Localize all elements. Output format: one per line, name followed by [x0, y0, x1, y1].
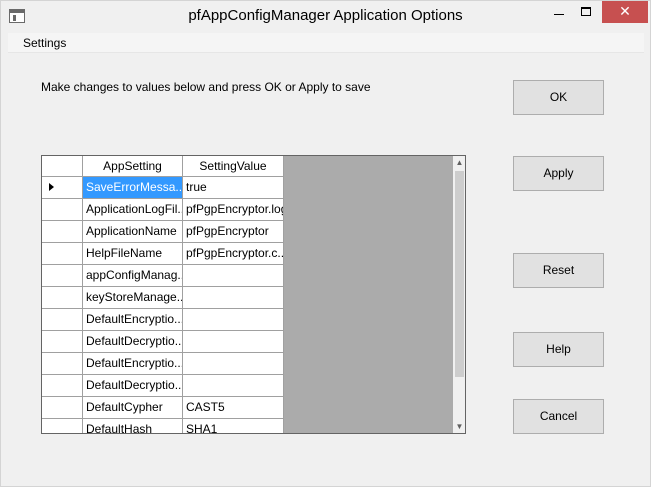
settingvalue-cell[interactable]: pfPgpEncryptor.c... — [183, 243, 284, 265]
appsetting-cell[interactable]: DefaultDecryptio... — [83, 331, 183, 353]
appsetting-cell[interactable]: ApplicationLogFil... — [83, 199, 183, 221]
minimize-button[interactable] — [546, 1, 573, 23]
scroll-down-arrow-icon[interactable]: ▼ — [453, 420, 465, 433]
settingvalue-cell[interactable] — [183, 309, 284, 331]
table-row[interactable]: DefaultEncryptio... — [42, 309, 284, 331]
settingvalue-cell[interactable]: SHA1 — [183, 419, 284, 433]
row-header[interactable] — [42, 221, 83, 243]
close-button[interactable]: ✕ — [602, 1, 648, 23]
apply-button[interactable]: Apply — [513, 156, 604, 191]
table-row[interactable]: HelpFileName pfPgpEncryptor.c... — [42, 243, 284, 265]
appsetting-cell[interactable]: DefaultEncryptio... — [83, 353, 183, 375]
menu-bar: Settings — [8, 33, 644, 53]
scroll-up-arrow-icon[interactable]: ▲ — [453, 156, 465, 169]
menu-settings[interactable]: Settings — [23, 36, 66, 50]
table-row[interactable]: DefaultEncryptio... — [42, 353, 284, 375]
table-row[interactable]: keyStoreManage... — [42, 287, 284, 309]
row-header[interactable] — [42, 375, 83, 397]
maximize-icon — [581, 7, 591, 16]
vertical-scrollbar[interactable]: ▲ ▼ — [453, 156, 465, 433]
maximize-button[interactable] — [573, 1, 600, 23]
appsetting-cell[interactable]: SaveErrorMessa... — [83, 177, 183, 199]
close-icon: ✕ — [619, 3, 631, 19]
row-header[interactable] — [42, 287, 83, 309]
column-header-appsetting[interactable]: AppSetting — [83, 156, 183, 177]
table-row[interactable]: appConfigManag... — [42, 265, 284, 287]
table-row[interactable]: DefaultDecryptio... — [42, 375, 284, 397]
table-row[interactable]: ApplicationLogFil... pfPgpEncryptor.log — [42, 199, 284, 221]
app-window: pfAppConfigManager Application Options ✕… — [0, 0, 651, 487]
settingvalue-cell[interactable]: true — [183, 177, 284, 199]
settingvalue-cell[interactable]: pfPgpEncryptor.log — [183, 199, 284, 221]
appsetting-cell[interactable]: DefaultDecryptio... — [83, 375, 183, 397]
settingvalue-cell[interactable] — [183, 375, 284, 397]
appsetting-cell[interactable]: keyStoreManage... — [83, 287, 183, 309]
settingvalue-cell[interactable] — [183, 265, 284, 287]
table-row[interactable]: ApplicationName pfPgpEncryptor — [42, 221, 284, 243]
settingvalue-cell[interactable] — [183, 287, 284, 309]
row-header[interactable] — [42, 397, 83, 419]
reset-button[interactable]: Reset — [513, 253, 604, 288]
appsetting-cell[interactable]: DefaultCypher — [83, 397, 183, 419]
row-header[interactable] — [42, 265, 83, 287]
appsetting-cell[interactable]: ApplicationName — [83, 221, 183, 243]
row-header[interactable] — [42, 353, 83, 375]
row-header[interactable] — [42, 309, 83, 331]
ok-button[interactable]: OK — [513, 80, 604, 115]
appsetting-cell[interactable]: HelpFileName — [83, 243, 183, 265]
help-button[interactable]: Help — [513, 332, 604, 367]
settingvalue-cell[interactable]: pfPgpEncryptor — [183, 221, 284, 243]
row-header[interactable] — [42, 243, 83, 265]
appsetting-cell[interactable]: DefaultHash — [83, 419, 183, 433]
title-bar[interactable]: pfAppConfigManager Application Options ✕ — [1, 1, 650, 33]
settingvalue-cell[interactable] — [183, 353, 284, 375]
row-header[interactable] — [42, 331, 83, 353]
column-header-settingvalue[interactable]: SettingValue — [183, 156, 284, 177]
settingvalue-cell[interactable] — [183, 331, 284, 353]
table-row[interactable]: SaveErrorMessa... true — [42, 177, 284, 199]
appsetting-cell[interactable]: DefaultEncryptio... — [83, 309, 183, 331]
table-row[interactable]: DefaultCypher CAST5 — [42, 397, 284, 419]
row-header[interactable] — [42, 199, 83, 221]
appsetting-cell[interactable]: appConfigManag... — [83, 265, 183, 287]
minimize-icon — [554, 14, 564, 15]
row-header[interactable] — [42, 419, 83, 433]
row-header[interactable] — [42, 177, 83, 199]
cancel-button[interactable]: Cancel — [513, 399, 604, 434]
table-row[interactable]: DefaultHash SHA1 — [42, 419, 284, 433]
current-row-arrow-icon — [49, 183, 54, 191]
row-header-corner[interactable] — [42, 156, 83, 177]
scrollbar-thumb[interactable] — [455, 171, 464, 377]
grid-rows: SaveErrorMessa... true ApplicationLogFil..… — [42, 177, 284, 433]
instruction-text: Make changes to values below and press O… — [41, 80, 371, 94]
table-row[interactable]: DefaultDecryptio... — [42, 331, 284, 353]
settings-grid[interactable]: AppSetting SettingValue SaveErrorMessa..… — [41, 155, 466, 434]
settingvalue-cell[interactable]: CAST5 — [183, 397, 284, 419]
